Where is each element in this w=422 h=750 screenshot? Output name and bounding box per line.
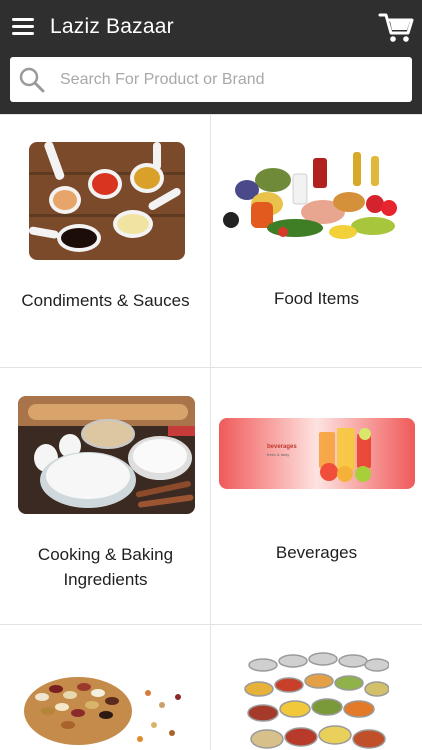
category-label: Food Items: [273, 289, 360, 308]
canned-food-image: [243, 651, 389, 750]
category-label: Condiments & Sauces: [21, 291, 190, 310]
category-tile-condiments[interactable]: Condiments & Sauces: [0, 115, 211, 368]
hamburger-menu-icon: [12, 18, 34, 21]
condiment-spoons-image: [29, 142, 185, 260]
beverages-banner-image: beverages fresh & tasty: [219, 418, 415, 489]
food-items-image: [223, 150, 409, 250]
beverages-banner-title: beverages: [267, 444, 297, 450]
category-grid: Condiments & Sauces Food Items Cooking &…: [0, 115, 422, 750]
cart-button[interactable]: [378, 10, 414, 44]
dried-beans-image: [22, 653, 190, 750]
beverages-banner-subtitle: fresh & tasty: [267, 452, 289, 457]
category-label: Cooking & Baking Ingredients: [37, 545, 174, 589]
hamburger-menu-icon-bar: [12, 32, 34, 35]
category-tile-food-items[interactable]: Food Items: [211, 115, 422, 368]
shopping-cart-icon: [378, 13, 414, 42]
category-tile-beverages[interactable]: beverages fresh & tasty Beverages: [211, 368, 422, 625]
baking-ingredients-image: [18, 396, 195, 514]
app-title: Laziz Bazaar: [50, 15, 174, 38]
category-tile-beans[interactable]: [0, 625, 211, 750]
search-bar[interactable]: [10, 57, 412, 102]
category-tile-canned[interactable]: [211, 625, 422, 750]
search-input[interactable]: [60, 57, 400, 102]
menu-button[interactable]: [12, 16, 36, 36]
app-bar: Laziz Bazaar: [0, 0, 422, 115]
category-tile-cooking-baking[interactable]: Cooking & Baking Ingredients: [0, 368, 211, 625]
hamburger-menu-icon-bar: [12, 25, 34, 28]
search-icon[interactable]: [18, 66, 46, 94]
category-label: Beverages: [275, 543, 358, 562]
